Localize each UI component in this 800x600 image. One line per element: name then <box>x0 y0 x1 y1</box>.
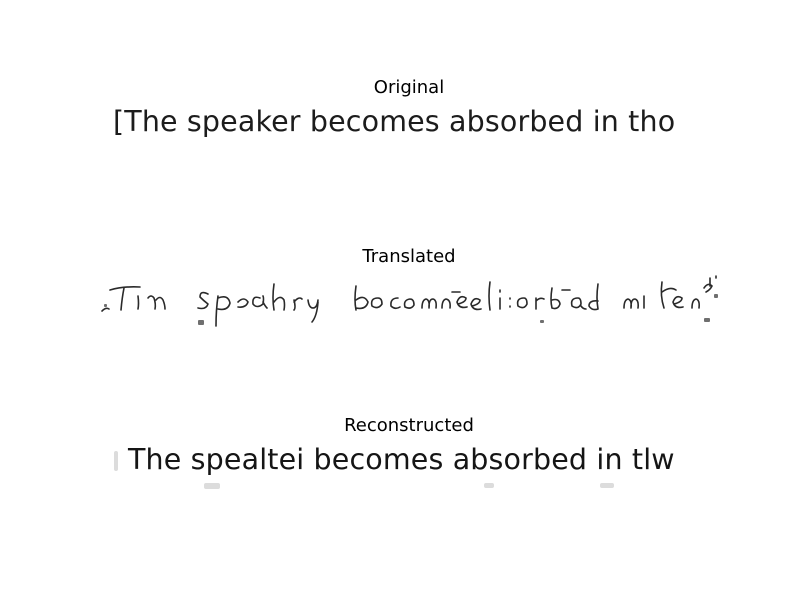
reconstructed-text: The spealtei becomes absorbed in tlw <box>128 443 675 476</box>
handwriting-scribble <box>101 275 718 327</box>
reconstructed-title: Reconstructed <box>344 415 474 436</box>
reconstructed-text-image: The spealtei becomes absorbed in tlw <box>100 439 722 499</box>
artifact-smudge <box>600 483 614 488</box>
artifact-smudge <box>484 483 494 488</box>
artifact-smudge <box>114 451 118 471</box>
original-text-image: [The speaker becomes absorbed in tho <box>100 101 722 161</box>
translated-handwriting-image <box>100 268 722 328</box>
translated-title: Translated <box>362 246 456 267</box>
artifact-smudge <box>204 483 220 489</box>
original-title: Original <box>373 77 445 98</box>
original-text: [The speaker becomes absorbed in tho <box>113 105 676 138</box>
